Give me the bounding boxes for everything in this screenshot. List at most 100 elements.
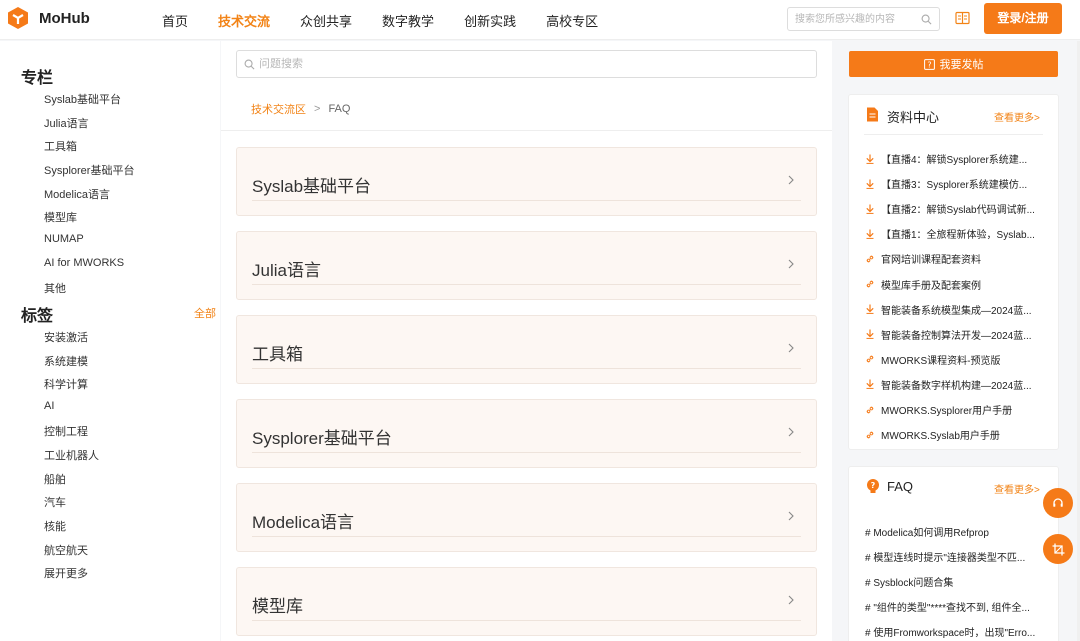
question-search-input[interactable] — [259, 51, 799, 77]
resource-item[interactable]: MWORKS课程资料-预览版 — [865, 352, 1045, 367]
download-icon — [865, 154, 875, 164]
tag-item[interactable]: 船舶 — [44, 471, 66, 487]
column-item[interactable]: AI for MWORKS — [44, 257, 124, 269]
tag-item[interactable]: 汽车 — [44, 494, 66, 510]
breadcrumb-separator: > — [314, 103, 321, 115]
tag-item[interactable]: 工业机器人 — [44, 447, 99, 463]
category-card-syslab[interactable]: Syslab基础平台 — [236, 147, 817, 216]
nav-tech-exchange[interactable]: 技术交流 — [218, 11, 270, 30]
breadcrumb-parent[interactable]: 技术交流区 — [251, 101, 306, 117]
resource-item-label: 模型库手册及配套案例 — [881, 280, 981, 292]
faq-item[interactable]: # Sysblock问题合集 — [865, 574, 1045, 589]
resource-item-label: 【直播4：解锁Sysplorer系统建... — [881, 155, 1028, 166]
resource-item-label: MWORKS.Sysplorer用户手册 — [881, 406, 1013, 417]
nav-share[interactable]: 众创共享 — [300, 11, 352, 30]
faq-more-link[interactable]: 查看更多> — [994, 481, 1040, 496]
resource-item[interactable]: MWORKS.Syslab用户手册 — [865, 427, 1045, 442]
feedback-button[interactable] — [1043, 534, 1073, 564]
resource-item[interactable]: 模型库手册及配套案例 — [865, 277, 1045, 292]
tag-item[interactable]: AI — [44, 400, 54, 412]
resource-item[interactable]: 智能装备系统模型集成—2024蓝... — [865, 302, 1045, 317]
tag-item[interactable]: 控制工程 — [44, 423, 88, 439]
category-card-model-library[interactable]: 模型库 — [236, 567, 817, 636]
expand-more-link[interactable]: 展开更多 — [44, 565, 88, 581]
chevron-right-icon — [788, 175, 794, 185]
resource-item-label: 智能装备系统模型集成—2024蓝... — [881, 305, 1032, 317]
download-icon — [865, 229, 875, 239]
divider — [221, 130, 832, 131]
nav-university[interactable]: 高校专区 — [546, 11, 598, 30]
main-content: 技术交流区 > FAQ Syslab基础平台 Julia语言 工具箱 Syspl… — [221, 41, 832, 641]
faq-item[interactable]: # Modelica如何调用Refprop — [865, 524, 1045, 539]
column-item[interactable]: Sysplorer基础平台 — [44, 162, 134, 178]
column-item[interactable]: NUMAP — [44, 233, 84, 245]
columns-heading: 专栏 — [21, 70, 54, 87]
resource-item-label: MWORKS.Syslab用户手册 — [881, 431, 1000, 443]
card-divider — [252, 536, 801, 537]
resource-item[interactable]: MWORKS.Sysplorer用户手册 — [865, 402, 1045, 417]
breadcrumb-current: FAQ — [328, 103, 351, 115]
category-card-modelica[interactable]: Modelica语言 — [236, 483, 817, 552]
resource-item[interactable]: 智能装备控制算法开发—2024蓝... — [865, 327, 1045, 342]
tag-item[interactable]: 安装激活 — [44, 329, 88, 345]
tag-item[interactable]: 航空航天 — [44, 542, 88, 558]
search-icon — [244, 59, 255, 70]
book-icon[interactable] — [955, 11, 970, 25]
tag-item[interactable]: 科学计算 — [44, 376, 88, 392]
faq-panel: ? FAQ 查看更多> # Modelica如何调用Refprop # 模型连线… — [848, 466, 1059, 641]
customer-service-button[interactable] — [1043, 488, 1073, 518]
question-box-icon: ? — [923, 58, 935, 70]
column-item[interactable]: 模型库 — [44, 209, 77, 225]
top-header: MoHub 首页 技术交流 众创共享 数字教学 创新实践 高校专区 登录/注册 — [0, 0, 1080, 40]
nav-home[interactable]: 首页 — [162, 11, 188, 30]
column-item[interactable]: Modelica语言 — [44, 186, 110, 202]
download-icon — [865, 179, 875, 189]
faq-item[interactable]: # 模型连线时提示"连接器类型不匹... — [865, 549, 1045, 564]
resource-item[interactable]: 官网培训课程配套资料 — [865, 251, 1045, 266]
column-item[interactable]: Syslab基础平台 — [44, 91, 121, 107]
download-icon — [865, 304, 875, 314]
faq-item[interactable]: # 使用Fromworkspace时，出现"Erro... — [865, 624, 1045, 639]
nav-teaching[interactable]: 数字教学 — [382, 11, 434, 30]
resource-item[interactable]: 【直播1：全旅程新体验，Syslab... — [865, 226, 1045, 241]
search-icon[interactable] — [921, 14, 932, 25]
svg-text:?: ? — [871, 481, 876, 490]
category-label: Julia语言 — [252, 261, 321, 280]
category-card-toolbox[interactable]: 工具箱 — [236, 315, 817, 384]
resource-item-label: 智能装备控制算法开发—2024蓝... — [881, 330, 1032, 342]
category-card-julia[interactable]: Julia语言 — [236, 231, 817, 300]
link-icon — [865, 354, 875, 364]
link-icon — [865, 405, 875, 415]
tag-item[interactable]: 系统建模 — [44, 353, 88, 369]
resource-item-label: MWORKS课程资料-预览版 — [881, 355, 1001, 367]
card-divider — [252, 200, 801, 201]
tags-all-link[interactable]: 全部 — [194, 305, 216, 321]
category-label: 模型库 — [252, 597, 303, 616]
faq-item[interactable]: # "组件的类型"****查找不到, 组件全... — [865, 599, 1045, 614]
resource-item[interactable]: 【直播2：解锁Syslab代码调试新... — [865, 201, 1045, 216]
new-post-button[interactable]: ? 我要发帖 — [849, 51, 1058, 77]
logo[interactable]: MoHub — [6, 6, 90, 30]
svg-text:?: ? — [927, 60, 931, 69]
mohub-logo-icon — [8, 7, 28, 29]
resource-item[interactable]: 智能装备数字样机构建—2024蓝... — [865, 377, 1045, 392]
chevron-right-icon — [788, 259, 794, 269]
tag-item[interactable]: 核能 — [44, 518, 66, 534]
category-card-sysplorer[interactable]: Sysplorer基础平台 — [236, 399, 817, 468]
site-search-input[interactable] — [788, 8, 916, 30]
column-item[interactable]: 其他 — [44, 280, 66, 296]
crop-icon — [1052, 543, 1064, 555]
resource-more-link[interactable]: 查看更多> — [994, 109, 1040, 124]
nav-practice[interactable]: 创新实践 — [464, 11, 516, 30]
resource-center-panel: 资料中心 查看更多> 【直播4：解锁Sysplorer系统建... 【直播3：Sy… — [848, 94, 1059, 450]
chevron-right-icon — [788, 511, 794, 521]
resource-item[interactable]: 【直播4：解锁Sysplorer系统建... — [865, 151, 1045, 166]
login-register-button[interactable]: 登录/注册 — [984, 3, 1062, 34]
link-icon — [865, 430, 875, 440]
column-item[interactable]: Julia语言 — [44, 115, 89, 131]
chevron-right-icon — [788, 343, 794, 353]
category-label: Sysplorer基础平台 — [252, 429, 392, 448]
link-icon — [865, 254, 875, 264]
column-item[interactable]: 工具箱 — [44, 138, 77, 154]
resource-item[interactable]: 【直播3：Sysplorer系统建模仿... — [865, 176, 1045, 191]
